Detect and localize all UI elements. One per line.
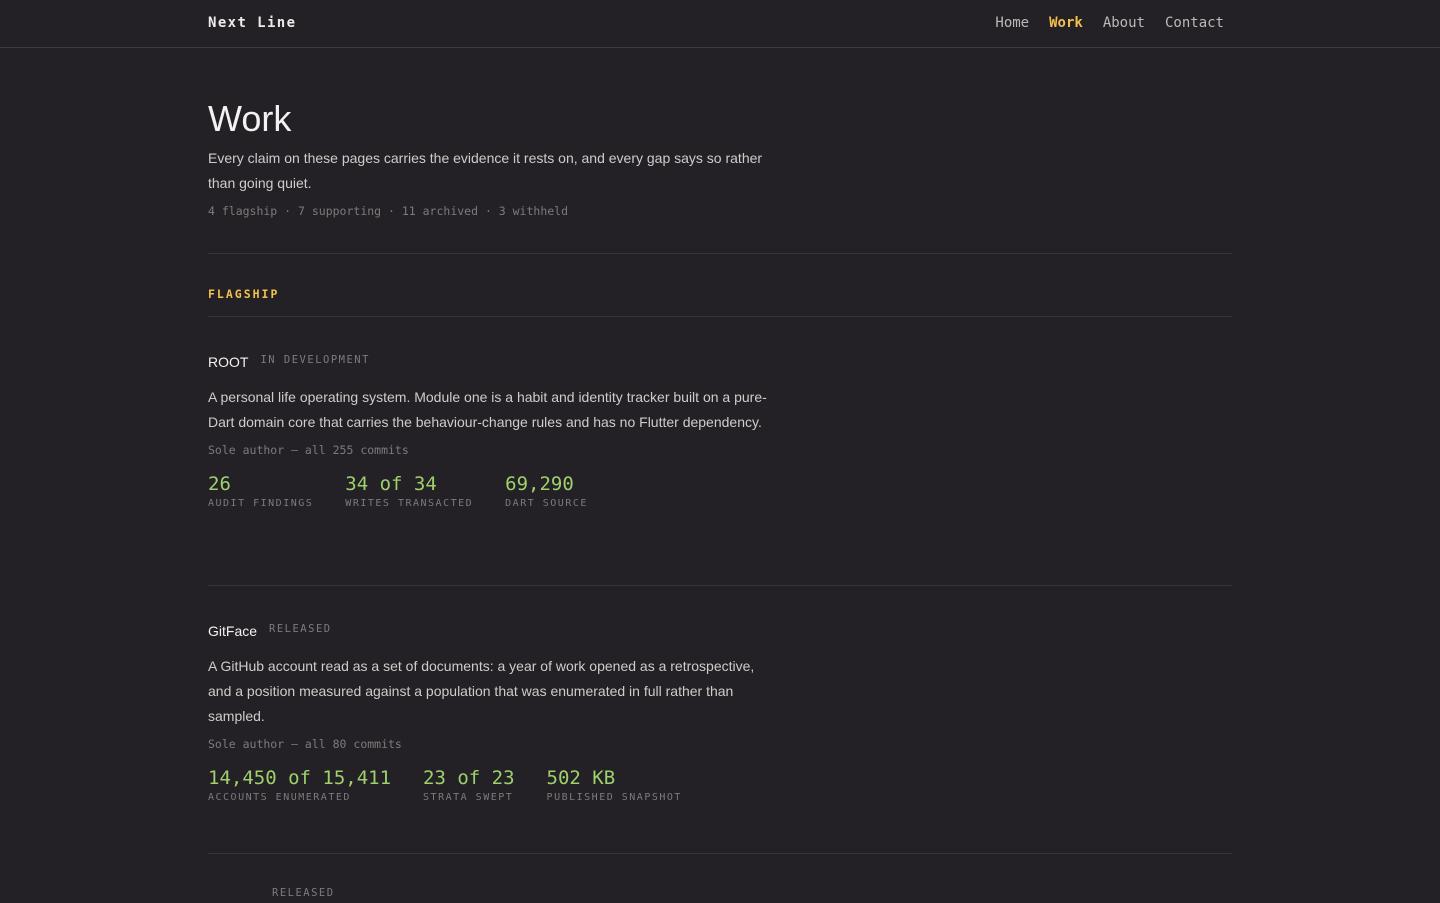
metric-dart-source: 69,290 DART SOURCE (505, 472, 588, 509)
metric-label: AUDIT FINDINGS (208, 498, 314, 509)
project-status-badge: RELEASED (269, 623, 332, 635)
metric-value: 26 (208, 473, 231, 495)
project-title[interactable]: ROOT (208, 354, 248, 370)
project-card-root: ROOT IN DEVELOPMENT A personal life oper… (208, 354, 1232, 509)
top-navigation-bar: Next Line Home Work About Contact (0, 0, 1440, 48)
metric-value: 23 of 23 (423, 767, 515, 789)
project-title[interactable]: GitFace (208, 623, 257, 639)
project-metrics: 14,450 of 15,411 ACCOUNTS ENUMERATED 23 … (208, 766, 1232, 803)
main-nav: Home Work About Contact (995, 15, 1224, 31)
project-author: Sole author — all 255 commits (208, 443, 409, 457)
project-author: Sole author — all 80 commits (208, 737, 402, 751)
project-divider (208, 585, 1232, 586)
metric-value: 14,450 of 15,411 (208, 767, 392, 789)
project-card-gitface: GitFace RELEASED A GitHub account read a… (208, 623, 1232, 803)
metric-value: 69,290 (505, 473, 574, 495)
metric-label: PUBLISHED SNAPSHOT (546, 792, 682, 803)
metric-label: WRITES TRANSACTED (345, 498, 474, 509)
project-divider (208, 853, 1232, 854)
project-description: A personal life operating system. Module… (208, 389, 767, 430)
project-header: ROOT IN DEVELOPMENT (208, 354, 1232, 370)
metric-audit-findings: 26 AUDIT FINDINGS (208, 472, 313, 509)
project-header: GitFace RELEASED (208, 623, 1232, 639)
metric-label: DART SOURCE (505, 498, 588, 509)
brand-logo-link[interactable]: Next Line (208, 15, 296, 31)
metric-strata-swept: 23 of 23 STRATA SWEPT (423, 766, 515, 803)
project-metrics: 26 AUDIT FINDINGS 34 of 34 WRITES TRANSA… (208, 472, 1232, 509)
section-divider (208, 253, 1232, 254)
nav-work-link[interactable]: Work (1049, 15, 1083, 31)
project-status-badge: RELEASED (272, 887, 335, 899)
metric-accounts-enumerated: 14,450 of 15,411 ACCOUNTS ENUMERATED (208, 766, 391, 803)
project-description: A GitHub account read as a set of docume… (208, 658, 755, 724)
project-card-third: RELEASED (208, 887, 1232, 903)
project-status-badge: IN DEVELOPMENT (260, 354, 370, 366)
page-title: Work (208, 98, 292, 139)
metric-published-snapshot: 502 KB PUBLISHED SNAPSHOT (547, 766, 682, 803)
nav-contact-link[interactable]: Contact (1165, 15, 1224, 31)
metric-label: STRATA SWEPT (423, 792, 514, 803)
project-counts: 4 flagship · 7 supporting · 11 archived … (208, 204, 569, 218)
nav-about-link[interactable]: About (1103, 15, 1145, 31)
page-intro: Every claim on these pages carries the e… (208, 150, 763, 191)
section-divider (208, 316, 1232, 317)
section-label-flagship: FLAGSHIP (208, 287, 280, 301)
metric-value: 34 of 34 (345, 473, 437, 495)
metric-writes-transacted: 34 of 34 WRITES TRANSACTED (345, 472, 473, 509)
metric-value: 502 KB (546, 767, 616, 789)
project-header: RELEASED (208, 887, 1232, 903)
nav-home-link[interactable]: Home (995, 15, 1029, 31)
metric-label: ACCOUNTS ENUMERATED (208, 792, 351, 803)
